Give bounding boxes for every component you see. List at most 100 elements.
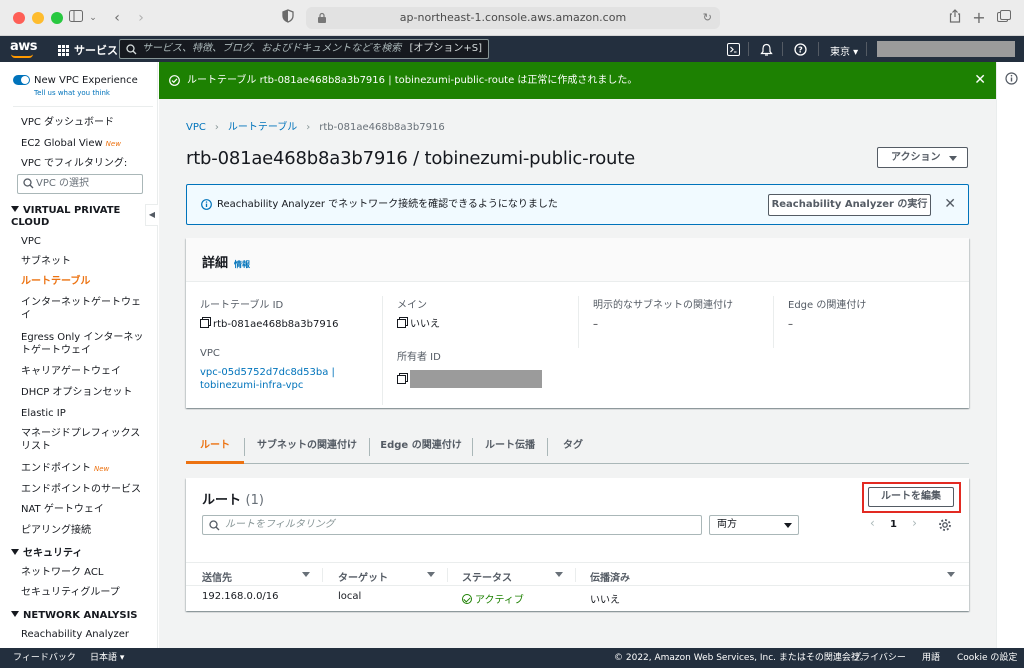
chevron-down-icon[interactable]: ⌄ <box>88 9 98 27</box>
sidebar-item-route-tables[interactable]: ルートテーブル <box>21 275 149 288</box>
sidebar-item-internet-gateways[interactable]: インターネットゲートウェイ <box>21 296 149 322</box>
tab-subnet-associations[interactable]: サブネットの関連付け <box>245 430 369 464</box>
sidebar-item-endpoint-services[interactable]: エンドポイントのサービス <box>21 483 149 496</box>
section-network-analysis[interactable]: NETWORK ANALYSIS <box>11 610 151 622</box>
breadcrumb-route-tables[interactable]: ルートテーブル <box>228 122 297 133</box>
close-window-button[interactable] <box>13 12 25 24</box>
sidebar-item-nat-gateways[interactable]: NAT ゲートウェイ <box>21 503 149 516</box>
privacy-link[interactable]: プライバシー <box>852 648 906 668</box>
svg-text:?: ? <box>798 46 803 55</box>
gear-icon[interactable] <box>938 518 952 532</box>
region-selector[interactable]: 東京 ▾ <box>830 43 858 58</box>
section-security[interactable]: セキュリティ <box>11 548 151 560</box>
copy-icon[interactable] <box>200 319 209 328</box>
vpc-id-text: vpc-05d5752d7dc8d53ba | <box>200 367 335 378</box>
tab-routes[interactable]: ルート <box>186 430 244 464</box>
account-menu[interactable] <box>877 41 1015 57</box>
table-row[interactable]: 192.168.0.0/16 local アクティブ いいえ <box>186 586 969 608</box>
vpc-link[interactable]: vpc-05d5752d7dc8d53ba | tobinezumi-infra-… <box>200 366 380 392</box>
sidebar-item-carrier-gateways[interactable]: キャリアゲートウェイ <box>21 365 149 378</box>
edit-routes-button[interactable]: ルートを編集 <box>868 487 954 507</box>
route-table-id-label: ルートテーブル ID <box>200 300 284 311</box>
sidebar-toggle-icon[interactable] <box>68 9 84 27</box>
current-page[interactable]: 1 <box>890 519 897 530</box>
dismiss-flash-icon[interactable]: ✕ <box>974 62 986 99</box>
breadcrumb: VPC › ルートテーブル › rtb-081ae468b8a3b7916 <box>186 122 445 133</box>
sort-icon[interactable] <box>427 572 435 577</box>
forward-icon[interactable]: › <box>134 9 148 27</box>
column-propagated[interactable]: 伝播済み <box>590 569 630 584</box>
shield-icon[interactable] <box>280 9 296 27</box>
new-vpc-toggle[interactable] <box>13 75 30 85</box>
info-alert: Reachability Analyzer でネットワーク接続を確認できるように… <box>186 184 969 225</box>
sidebar-item-security-groups[interactable]: セキュリティグループ <box>21 586 149 599</box>
sidebar-item-dashboard[interactable]: VPC ダッシュボード <box>21 116 149 129</box>
sidebar-item-dhcp-options[interactable]: DHCP オプションセット <box>21 386 149 399</box>
cloudshell-icon[interactable] <box>727 43 740 56</box>
dismiss-alert-icon[interactable]: ✕ <box>944 185 956 224</box>
sidebar-item-peering[interactable]: ピアリング接続 <box>21 524 149 537</box>
sort-icon[interactable] <box>555 572 563 577</box>
routes-title-text: ルート <box>202 493 242 508</box>
feedback-button[interactable]: フィードバック <box>13 648 76 668</box>
sidebar-item-egress-only-igw[interactable]: Egress Only インターネットゲートウェイ <box>21 331 149 357</box>
terms-link[interactable]: 用語 <box>922 648 940 668</box>
zoom-window-button[interactable] <box>51 12 63 24</box>
sidebar-item-ec2-global-view[interactable]: EC2 Global View New <box>21 137 149 151</box>
prev-page-icon[interactable]: ‹ <box>870 516 875 530</box>
actions-button[interactable]: アクション <box>877 147 968 168</box>
services-menu-button[interactable]: サービス <box>58 42 118 58</box>
breadcrumb-vpc[interactable]: VPC <box>186 122 206 133</box>
column-target[interactable]: ターゲット <box>338 569 388 584</box>
owner-id-label: 所有者 ID <box>397 352 441 363</box>
global-search-input[interactable]: サービス、特徴、ブログ、およびドキュメントなどを検索 [オプション+S] <box>119 39 489 59</box>
details-info-link[interactable]: 情報 <box>234 260 250 269</box>
column-destination[interactable]: 送信先 <box>202 569 232 584</box>
share-icon[interactable] <box>948 9 962 27</box>
route-type-select[interactable]: 両方 <box>709 515 799 535</box>
reload-icon[interactable]: ↻ <box>703 7 712 29</box>
tab-edge-associations[interactable]: Edge の関連付け <box>370 430 472 464</box>
info-icon[interactable] <box>1005 72 1018 85</box>
feedback-link[interactable]: Tell us what you think <box>34 89 110 97</box>
details-col-3: 明示的なサブネットの関連付け – <box>578 296 758 348</box>
sidebar-item-endpoints[interactable]: エンドポイント New <box>21 462 149 476</box>
sidebar-item-reachability-analyzer[interactable]: Reachability Analyzer <box>21 628 149 641</box>
help-icon[interactable]: ? <box>794 43 807 56</box>
sidebar-item-prefix-lists[interactable]: マネージドプレフィックスリスト <box>21 427 149 453</box>
sidebar-item-elastic-ip[interactable]: Elastic IP <box>21 407 149 420</box>
sidebar-item-vpc[interactable]: VPC <box>21 235 149 248</box>
page-title: rtb-081ae468b8a3b7916 / tobinezumi-publi… <box>186 148 635 169</box>
next-page-icon[interactable]: › <box>912 516 917 530</box>
explicit-subnet-value: – <box>593 319 598 330</box>
success-flash: ルートテーブル rtb-081ae468b8a3b7916 | tobinezu… <box>159 62 996 99</box>
url-text: ap-northeast-1.console.aws.amazon.com <box>399 11 627 24</box>
tab-overview-icon[interactable] <box>996 9 1012 27</box>
minimize-window-button[interactable] <box>32 12 44 24</box>
sidebar-item-network-acl[interactable]: ネットワーク ACL <box>21 566 149 579</box>
run-reachability-analyzer-button[interactable]: Reachability Analyzer の実行 <box>768 194 931 216</box>
sort-icon[interactable] <box>947 572 955 577</box>
caret-down-icon <box>11 549 19 555</box>
aws-logo[interactable]: aws <box>10 39 38 58</box>
collapse-sidebar-icon[interactable]: ◀ <box>145 204 158 226</box>
column-status[interactable]: ステータス <box>462 569 512 584</box>
bell-icon[interactable] <box>760 43 773 56</box>
section-virtual-private-cloud[interactable]: VIRTUAL PRIVATE CLOUD <box>11 205 151 229</box>
new-tab-icon[interactable]: + <box>972 9 986 27</box>
copy-icon[interactable] <box>397 319 406 328</box>
cookie-settings-link[interactable]: Cookie の設定 <box>957 648 1017 668</box>
back-icon[interactable]: ‹ <box>110 9 124 27</box>
copy-icon[interactable] <box>397 375 406 384</box>
language-selector[interactable]: 日本語 ▾ <box>90 648 124 668</box>
vpc-filter-select[interactable]: VPC の選択 <box>17 174 143 194</box>
routes-panel: ルート (1) ルートを編集 ルートをフィルタリング 両方 ‹ 1 › 送信先 … <box>186 478 969 611</box>
sort-icon[interactable] <box>302 572 310 577</box>
sidebar-item-subnets[interactable]: サブネット <box>21 255 149 268</box>
section-label: セキュリティ <box>23 548 83 559</box>
vpc-filter-label: VPC でフィルタリング: <box>21 158 128 169</box>
address-bar[interactable]: ap-northeast-1.console.aws.amazon.com ↻ <box>306 7 720 29</box>
tab-tags[interactable]: タグ <box>548 430 598 464</box>
tab-route-propagation[interactable]: ルート伝播 <box>473 430 547 464</box>
route-filter-input[interactable]: ルートをフィルタリング <box>202 515 702 535</box>
